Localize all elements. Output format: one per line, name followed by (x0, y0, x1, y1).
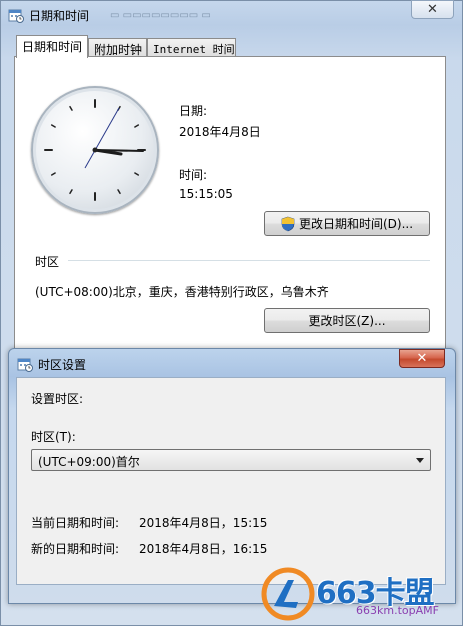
chevron-down-icon (416, 458, 424, 463)
current-datetime-label: 当前日期和时间: (31, 516, 120, 530)
dialog-title: 时区设置 (38, 358, 87, 372)
change-date-time-button[interactable]: 更改日期和时间(D)... (264, 211, 430, 236)
change-date-time-label: 更改日期和时间(D)... (298, 217, 414, 231)
watermark-url: 663km.topAMF (356, 604, 439, 617)
calendar-clock-icon (17, 358, 33, 372)
change-timezone-button[interactable]: 更改时区(Z)... (264, 308, 430, 333)
timezone-select[interactable]: (UTC+09:00)首尔 (31, 449, 431, 471)
background-window-ghost: ▭ ▭▭▭▭▭▭▭▭ ▭ (110, 10, 211, 21)
new-datetime-value: 2018年4月8日，16:15 (139, 542, 268, 556)
timezone-heading: 时区 (35, 255, 60, 269)
time-label: 时间: (179, 168, 208, 182)
uac-shield-icon (281, 216, 295, 231)
new-datetime-label: 新的日期和时间: (31, 542, 120, 556)
current-datetime-value: 2018年4月8日，15:15 (139, 516, 268, 530)
tab-internet-time[interactable]: Internet 时间 (147, 38, 236, 58)
clock-face-icon (44, 99, 146, 201)
date-value: 2018年4月8日 (179, 125, 261, 139)
tab-additional-clocks[interactable]: 附加时钟 (88, 38, 147, 58)
timezone-divider (68, 260, 430, 261)
timezone-select-value: (UTC+09:00)首尔 (38, 455, 140, 469)
tab-date-time[interactable]: 日期和时间 (16, 35, 88, 58)
watermark-logo-icon (261, 567, 315, 621)
window-title: 日期和时间 (29, 9, 90, 23)
close-icon: ✕ (416, 351, 428, 366)
dialog-close-button[interactable]: ✕ (399, 349, 445, 368)
minute-hand (94, 149, 144, 152)
time-value: 15:15:05 (179, 187, 233, 201)
close-icon: ✕ (427, 2, 438, 17)
calendar-clock-icon (8, 9, 24, 23)
set-timezone-label: 设置时区: (31, 392, 84, 406)
close-button[interactable]: ✕ (411, 0, 454, 19)
timezone-value: (UTC+08:00)北京，重庆，香港特别行政区，乌鲁木齐 (35, 285, 329, 299)
date-label: 日期: (179, 104, 208, 118)
second-hand (84, 107, 120, 169)
timezone-field-label: 时区(T): (31, 430, 76, 444)
